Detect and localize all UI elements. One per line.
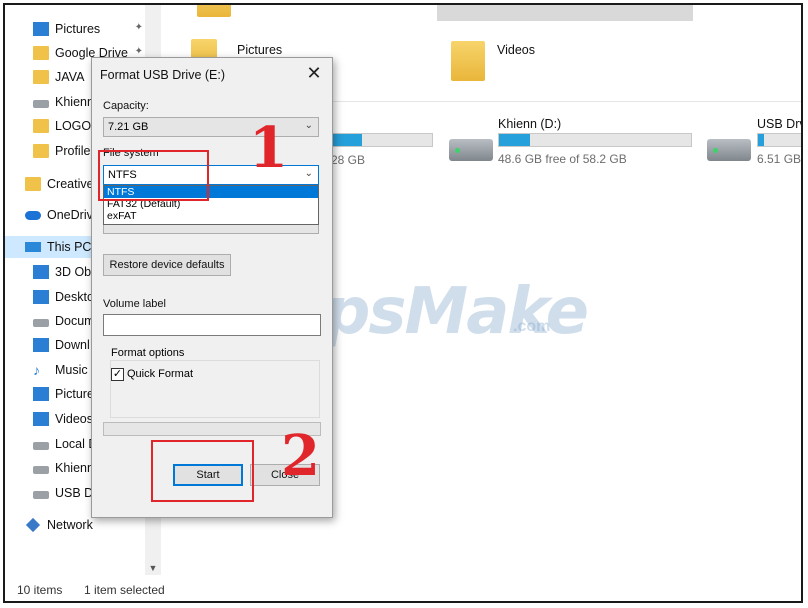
downloads-icon — [33, 338, 49, 352]
sidebar-item-label: Profile — [55, 144, 91, 158]
quick-format-checkbox[interactable]: ✓ — [111, 368, 124, 381]
file-explorer-window: Pictures ✦ Google Drive ✦ JAVA Khienn LOGO Prof… — [3, 3, 803, 603]
status-items-count: 10 items — [17, 583, 63, 597]
drive-capacity-bar — [757, 133, 801, 147]
sidebar-item-label: USB D — [55, 486, 94, 500]
music-icon: ♪ — [33, 362, 40, 378]
usb-drive-icon[interactable] — [707, 139, 751, 161]
sidebar-item-label: Creative — [47, 177, 94, 191]
desktop-icon — [33, 290, 49, 304]
quick-format-label[interactable]: Quick Format — [127, 368, 193, 380]
videos-icon — [33, 412, 49, 426]
volume-label-label: Volume label — [103, 298, 166, 310]
scroll-down-arrow-icon[interactable]: ▼ — [145, 563, 161, 573]
folder-label-videos[interactable]: Videos — [497, 43, 535, 57]
pin-icon: ✦ — [134, 46, 143, 57]
drive-icon — [33, 466, 49, 474]
sidebar-item-label: Pictures — [55, 22, 101, 36]
pictures-icon — [33, 387, 49, 401]
top-item-strip — [437, 5, 693, 21]
drive-label-usb[interactable]: USB Drv — [757, 117, 801, 131]
pin-icon: ✦ — [134, 22, 143, 33]
file-system-option-exfat[interactable]: exFAT — [104, 210, 318, 222]
drive-icon — [33, 100, 49, 108]
3d-objects-icon — [33, 265, 49, 279]
close-icon[interactable]: ✕ — [304, 63, 324, 84]
sidebar-item-label: Music — [55, 363, 88, 377]
sidebar-item[interactable]: Pictures ✦ — [5, 18, 163, 40]
onedrive-icon — [25, 210, 41, 220]
watermark-suffix: .com — [513, 318, 551, 335]
folder-icon — [33, 119, 49, 133]
drive-capacity-bar — [331, 133, 433, 147]
drive-free-space: 6.51 GB fr — [757, 152, 802, 166]
sidebar-item-label: Videos — [55, 412, 93, 426]
sidebar-item-label: OneDriv — [47, 208, 93, 222]
annotation-step-1: 1 — [249, 115, 288, 181]
pictures-icon — [33, 22, 49, 36]
folder-icon — [33, 144, 49, 158]
local-disk-icon — [33, 442, 49, 450]
sidebar-item-label: JAVA — [55, 70, 85, 84]
sidebar-item-label: LOGO — [55, 119, 92, 133]
sidebar-item-label: Khienn — [55, 95, 94, 109]
annotation-step-2: 2 — [281, 423, 320, 489]
sidebar-item-label: 3D Ob — [55, 265, 92, 279]
restore-defaults-button[interactable]: Restore device defaults — [103, 254, 231, 276]
sidebar-item-label: This PC — [47, 240, 92, 254]
videos-folder-icon[interactable] — [451, 41, 485, 81]
drive-label-d[interactable]: Khienn (D:) — [498, 117, 561, 131]
documents-icon — [33, 319, 49, 327]
usb-drive-icon — [33, 491, 49, 499]
capacity-label: Capacity: — [103, 100, 149, 112]
drive-free-space: 48.6 GB free of 58.2 GB — [498, 152, 627, 166]
sidebar-item-label: Downl — [55, 338, 90, 352]
drive-capacity-bar — [498, 133, 692, 147]
chevron-down-icon: ⌄ — [304, 120, 313, 131]
folder-label-pictures[interactable]: Pictures — [237, 43, 282, 57]
sidebar-item-label: Docum — [55, 314, 95, 328]
hard-drive-icon[interactable] — [449, 139, 493, 161]
volume-label-input[interactable] — [103, 314, 321, 336]
annotation-box-start — [151, 440, 254, 502]
folder-icon[interactable] — [197, 5, 231, 17]
capacity-value: 7.21 GB — [108, 121, 149, 133]
creative-cloud-icon — [25, 177, 41, 191]
annotation-box-file-system — [98, 150, 209, 201]
dialog-title: Format USB Drive (E:) — [100, 68, 226, 82]
format-options-label: Format options — [110, 347, 186, 359]
sidebar-item-label: Picture — [55, 387, 94, 401]
network-icon — [25, 517, 41, 533]
google-drive-folder-icon — [33, 46, 49, 60]
sidebar-item-label: Network — [47, 518, 93, 532]
sidebar-item-label: Deskto — [55, 290, 94, 304]
folder-icon — [33, 70, 49, 84]
chevron-down-icon: ⌄ — [304, 168, 313, 179]
sidebar-item-label: Khienn — [55, 461, 94, 475]
this-pc-icon — [25, 242, 41, 252]
status-selected-count: 1 item selected — [84, 583, 165, 597]
drive-free-space: 28 GB — [331, 153, 366, 167]
